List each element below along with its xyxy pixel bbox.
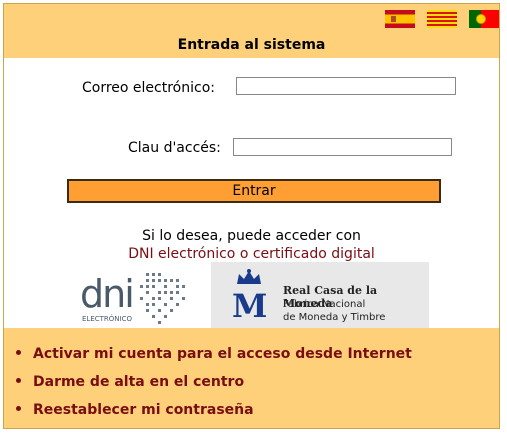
dni-logo[interactable]: dni ELECTRÓNICO [78, 269, 190, 327]
spanish-flag-icon[interactable] [385, 10, 415, 28]
portuguese-flag-icon[interactable] [469, 10, 499, 28]
dnie-certificate-link[interactable]: DNI electrónico o certificado digital [4, 246, 499, 262]
fnmt-line2: Fábrica Nacional [283, 299, 366, 310]
activate-account-link[interactable]: Activar mi cuenta para el acceso desde I… [16, 346, 412, 362]
fnmt-logo[interactable]: M Real Casa de la Moneda Fábrica Naciona… [211, 262, 429, 328]
fnmt-line3: de Moneda y Timbre [283, 312, 386, 323]
bullet-icon [16, 377, 21, 383]
catalan-flag-icon[interactable] [427, 10, 457, 28]
dni-logo-subtext: ELECTRÓNICO [82, 314, 132, 323]
login-panel: Entrada al sistema Correo electrónico: C… [3, 3, 500, 429]
reset-password-link[interactable]: Reestablecer mi contraseña [16, 402, 254, 418]
dni-logo-text: dni [80, 272, 133, 316]
password-input[interactable] [233, 138, 452, 156]
email-input[interactable] [236, 77, 456, 95]
crown-icon [237, 269, 261, 284]
alt-access-text: Si lo desea, puede acceder con [142, 228, 361, 244]
header-bar: Entrada al sistema [4, 4, 499, 58]
email-label: Correo electrónico: [82, 80, 215, 96]
register-center-link[interactable]: Darme de alta en el centro [16, 374, 244, 390]
password-label: Clau d'accés: [128, 140, 221, 156]
page-title: Entrada al sistema [177, 37, 326, 53]
fnmt-monogram: M [232, 287, 268, 325]
bullet-icon [16, 405, 21, 411]
account-links: Activar mi cuenta para el acceso desde I… [4, 328, 499, 428]
submit-button[interactable]: Entrar [67, 179, 441, 203]
link-label: Reestablecer mi contraseña [33, 402, 254, 418]
bullet-icon [16, 349, 21, 355]
link-label: Activar mi cuenta para el acceso desde I… [33, 346, 412, 362]
link-label: Darme de alta en el centro [33, 374, 245, 390]
